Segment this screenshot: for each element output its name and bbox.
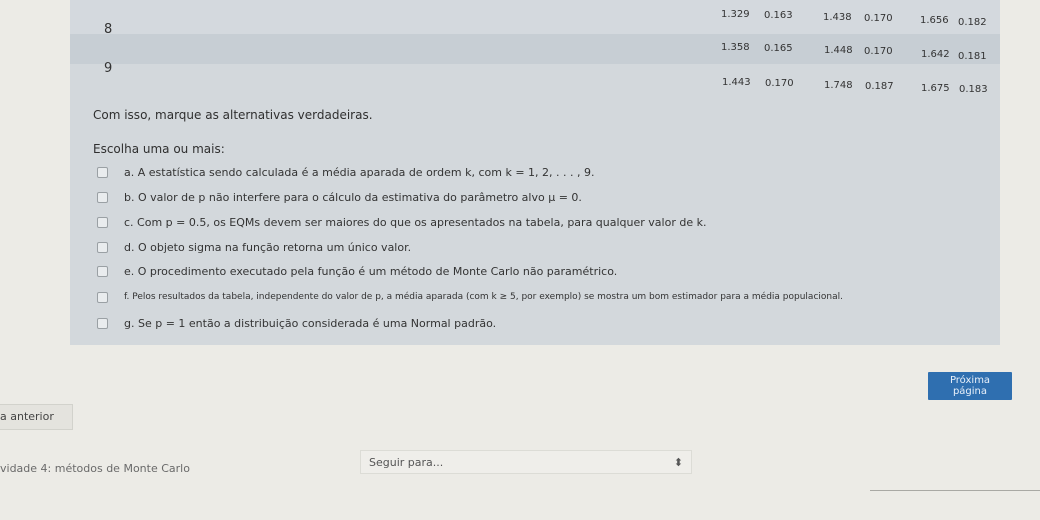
row-number: 9: [104, 61, 113, 76]
option-label: a. A estatística sendo calculada é a méd…: [124, 165, 595, 179]
checkbox[interactable]: [97, 291, 108, 303]
option-d[interactable]: d. O objeto sigma na função retorna um ú…: [97, 238, 411, 256]
option-a[interactable]: a. A estatística sendo calculada é a méd…: [97, 163, 594, 181]
table-cell: 0.182: [958, 17, 987, 28]
checkbox[interactable]: [97, 191, 108, 203]
choose-instruction: Escolha uma ou mais:: [93, 142, 225, 156]
option-label: b. O valor de p não interfere para o cál…: [124, 190, 582, 204]
previous-activity-link[interactable]: a anterior: [0, 404, 73, 430]
activity-link[interactable]: vidade 4: métodos de Monte Carlo: [0, 462, 190, 475]
row-number: 8: [104, 22, 113, 37]
option-g[interactable]: g. Se p = 1 então a distribuição conside…: [97, 314, 496, 332]
table-cell: 0.165: [764, 43, 793, 54]
table-row-band: [70, 0, 1000, 34]
table-cell: 0.163: [764, 10, 793, 21]
table-cell: 0.170: [765, 78, 794, 89]
table-cell: 0.181: [958, 51, 987, 62]
option-label: c. Com p = 0.5, os EQMs devem ser maiore…: [124, 215, 707, 229]
table-cell: 0.170: [864, 13, 893, 24]
option-label: g. Se p = 1 então a distribuição conside…: [124, 316, 497, 330]
checkbox[interactable]: [97, 216, 108, 228]
next-page-button[interactable]: Próxima página: [928, 372, 1012, 400]
table-cell: 1.443: [722, 77, 751, 88]
checkbox[interactable]: [97, 166, 108, 178]
option-f[interactable]: f. Pelos resultados da tabela, independe…: [97, 288, 843, 306]
table-cell: 1.675: [921, 83, 950, 94]
table-cell: 1.438: [823, 12, 852, 23]
checkbox[interactable]: [97, 265, 108, 277]
divider: [870, 490, 1040, 491]
option-label: e. O procedimento executado pela função …: [124, 264, 618, 278]
select-arrow-icon: ⬍: [673, 455, 683, 469]
question-prompt: Com isso, marque as alternativas verdade…: [93, 108, 373, 122]
option-b[interactable]: b. O valor de p não interfere para o cál…: [97, 188, 582, 206]
checkbox[interactable]: [97, 317, 108, 329]
option-label: d. O objeto sigma na função retorna um ú…: [124, 240, 412, 254]
option-e[interactable]: e. O procedimento executado pela função …: [97, 262, 617, 280]
table-cell: 1.358: [721, 42, 750, 53]
table-cell: 1.748: [824, 80, 853, 91]
table-row-band: [70, 34, 1000, 64]
table-cell: 0.183: [959, 84, 988, 95]
table-cell: 1.656: [920, 15, 949, 26]
table-cell: 1.642: [921, 49, 950, 60]
jump-placeholder: Seguir para...: [369, 455, 444, 469]
checkbox[interactable]: [97, 241, 108, 253]
option-c[interactable]: c. Com p = 0.5, os EQMs devem ser maiore…: [97, 213, 706, 231]
jump-to-select[interactable]: Seguir para... ⬍: [360, 450, 692, 474]
option-label: f. Pelos resultados da tabela, independe…: [124, 292, 843, 302]
table-cell: 1.448: [824, 45, 853, 56]
table-cell: 0.187: [865, 81, 894, 92]
table-cell: 0.170: [864, 46, 893, 57]
table-cell: 1.329: [721, 9, 750, 20]
